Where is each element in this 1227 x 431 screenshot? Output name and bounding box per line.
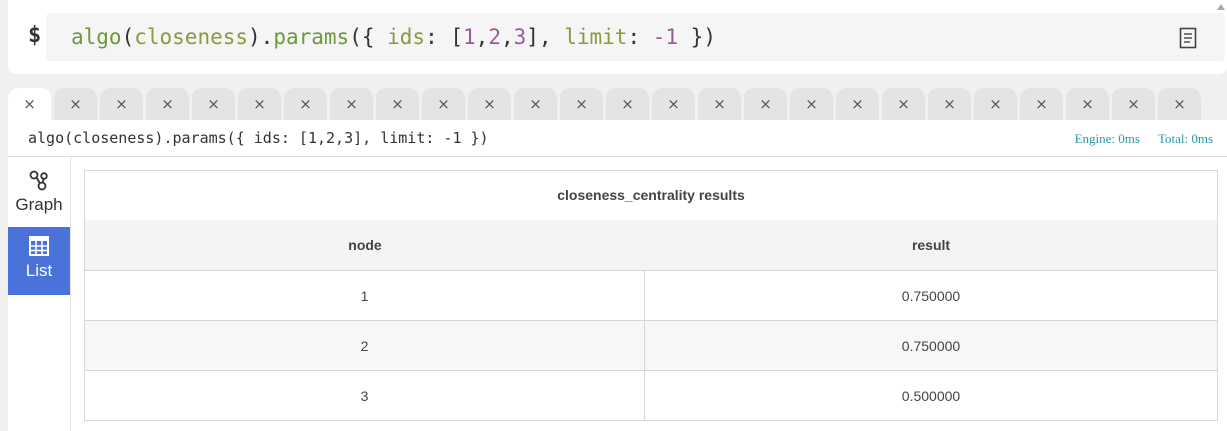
close-icon[interactable]: × <box>468 95 511 113</box>
result-header: algo(closeness).params({ ids: [1,2,3], l… <box>8 120 1227 157</box>
result-tab[interactable]: × <box>468 88 511 120</box>
prompt-symbol: $ <box>28 23 42 48</box>
query-code: algo(closeness).params({ ids: [1,2,3], l… <box>71 25 716 49</box>
close-icon[interactable]: × <box>836 95 879 113</box>
query-bar: $ algo(closeness).params({ ids: [1,2,3],… <box>8 0 1227 74</box>
result-tab[interactable]: × <box>1158 88 1201 120</box>
node-cell: 1 <box>85 271 645 320</box>
result-tab[interactable]: × <box>790 88 833 120</box>
results-table: closeness_centrality results node result… <box>84 170 1218 421</box>
list-view-label: List <box>25 261 53 280</box>
scroll-up-arrow[interactable] <box>1217 4 1225 10</box>
close-icon[interactable]: × <box>376 95 419 113</box>
result-tab[interactable]: × <box>238 88 281 120</box>
result-tab[interactable]: × <box>606 88 649 120</box>
result-tab[interactable]: × <box>192 88 235 120</box>
list-view-button[interactable]: List <box>8 227 70 295</box>
table-header-row: node result <box>85 220 1217 270</box>
document-icon[interactable] <box>1179 27 1197 49</box>
result-tab[interactable]: × <box>1112 88 1155 120</box>
close-icon[interactable]: × <box>54 95 97 113</box>
result-tab[interactable]: × <box>974 88 1017 120</box>
result-tab[interactable]: × <box>54 88 97 120</box>
close-icon[interactable]: × <box>1066 95 1109 113</box>
result-tab[interactable]: × <box>652 88 695 120</box>
query-editor[interactable]: algo(closeness).params({ ids: [1,2,3], l… <box>46 13 1225 61</box>
close-icon[interactable]: × <box>100 95 143 113</box>
node-cell: 3 <box>85 371 645 420</box>
result-tab[interactable]: × <box>422 88 465 120</box>
result-tab[interactable]: × <box>928 88 971 120</box>
close-icon[interactable]: × <box>514 95 557 113</box>
close-icon[interactable]: × <box>790 95 833 113</box>
graph-view-button[interactable]: Graph <box>8 161 70 229</box>
close-icon[interactable]: × <box>238 95 281 113</box>
close-icon[interactable]: × <box>882 95 925 113</box>
result-tab[interactable]: × <box>698 88 741 120</box>
result-tab[interactable]: × <box>8 88 51 120</box>
result-tabs: × × × × × × × × × × × × × × × × × × × × × × × × × × <box>8 88 1227 120</box>
close-icon[interactable]: × <box>1112 95 1155 113</box>
result-query-text: algo(closeness).params({ ids: [1,2,3], l… <box>28 129 489 147</box>
view-sidebar: Graph List <box>8 157 71 431</box>
close-icon[interactable]: × <box>744 95 787 113</box>
table-row: 1 0.750000 <box>85 270 1217 320</box>
result-tab[interactable]: × <box>882 88 925 120</box>
table-icon <box>29 236 49 256</box>
table-row: 3 0.500000 <box>85 370 1217 420</box>
result-tab[interactable]: × <box>100 88 143 120</box>
result-cell: 0.750000 <box>901 287 961 304</box>
close-icon[interactable]: × <box>974 95 1017 113</box>
result-tab[interactable]: × <box>146 88 189 120</box>
result-tab[interactable]: × <box>836 88 879 120</box>
close-icon[interactable]: × <box>146 95 189 113</box>
result-tab[interactable]: × <box>330 88 373 120</box>
close-icon[interactable]: × <box>422 95 465 113</box>
table-row: 2 0.750000 <box>85 320 1217 370</box>
close-icon[interactable]: × <box>606 95 649 113</box>
total-time: Total: 0ms <box>1157 131 1213 146</box>
result-cell: 0.500000 <box>901 387 961 404</box>
close-icon[interactable]: × <box>560 95 603 113</box>
close-icon[interactable]: × <box>1020 95 1063 113</box>
close-icon[interactable]: × <box>698 95 741 113</box>
timing-info: Engine: 0ms Total: 0ms <box>1075 131 1213 147</box>
result-tab[interactable]: × <box>744 88 787 120</box>
result-tab[interactable]: × <box>1020 88 1063 120</box>
close-icon[interactable]: × <box>284 95 327 113</box>
result-tab[interactable]: × <box>514 88 557 120</box>
result-tab[interactable]: × <box>284 88 327 120</box>
column-header-result: result <box>911 237 951 253</box>
graph-view-label: Graph <box>15 195 63 214</box>
result-cell: 0.750000 <box>901 337 961 354</box>
table-title: closeness_centrality results <box>85 171 1217 220</box>
result-tab[interactable]: × <box>1066 88 1109 120</box>
close-icon[interactable]: × <box>192 95 235 113</box>
node-cell: 2 <box>85 321 645 370</box>
close-icon[interactable]: × <box>1158 95 1201 113</box>
result-tab[interactable]: × <box>376 88 419 120</box>
column-header-node: node <box>348 237 382 253</box>
engine-time: Engine: 0ms <box>1074 131 1140 146</box>
result-panel: algo(closeness).params({ ids: [1,2,3], l… <box>8 120 1227 431</box>
close-icon[interactable]: × <box>8 95 51 113</box>
result-tab[interactable]: × <box>560 88 603 120</box>
graph-icon <box>29 170 48 191</box>
close-icon[interactable]: × <box>652 95 695 113</box>
close-icon[interactable]: × <box>928 95 971 113</box>
close-icon[interactable]: × <box>330 95 373 113</box>
